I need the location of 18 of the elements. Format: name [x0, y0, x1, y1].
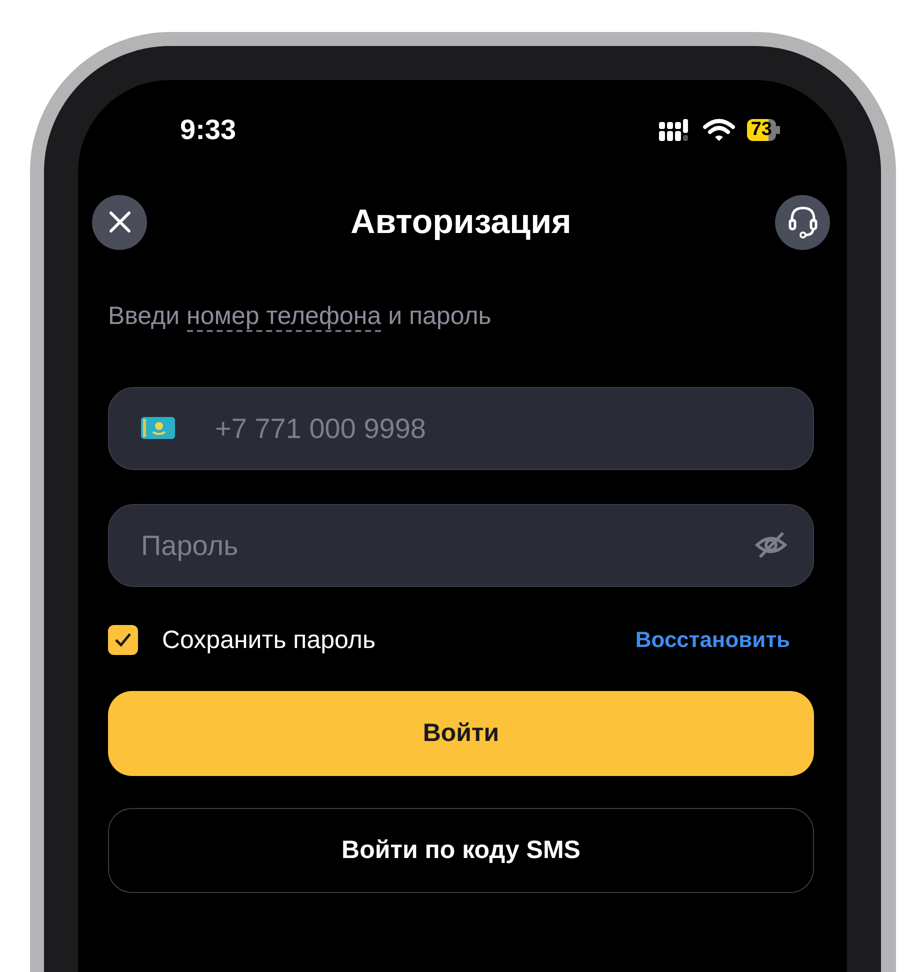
signal-icon: [658, 119, 691, 141]
phone-field[interactable]: +7 771 000 9998: [108, 387, 814, 470]
wifi-icon: [702, 118, 735, 142]
eye-slash-icon[interactable]: [754, 530, 788, 560]
save-password-label: Сохранить пароль: [162, 626, 376, 654]
headset-icon: [786, 205, 818, 239]
close-icon: [108, 210, 132, 234]
password-field[interactable]: Пароль: [108, 504, 814, 587]
phone-number-link[interactable]: номер телефона: [186, 302, 382, 332]
checkmark-icon: [114, 632, 132, 648]
sms-login-button[interactable]: Войти по коду SMS: [108, 808, 814, 893]
screen-title: Авторизация: [350, 202, 572, 242]
login-button[interactable]: Войти: [108, 691, 814, 776]
status-time: 9:33: [180, 114, 236, 146]
instruction-text: Введи номер телефона и пароль: [108, 302, 492, 331]
restore-link[interactable]: Восстановить: [635, 627, 790, 653]
save-password-checkbox[interactable]: [108, 625, 138, 655]
flag-icon: [140, 415, 176, 441]
